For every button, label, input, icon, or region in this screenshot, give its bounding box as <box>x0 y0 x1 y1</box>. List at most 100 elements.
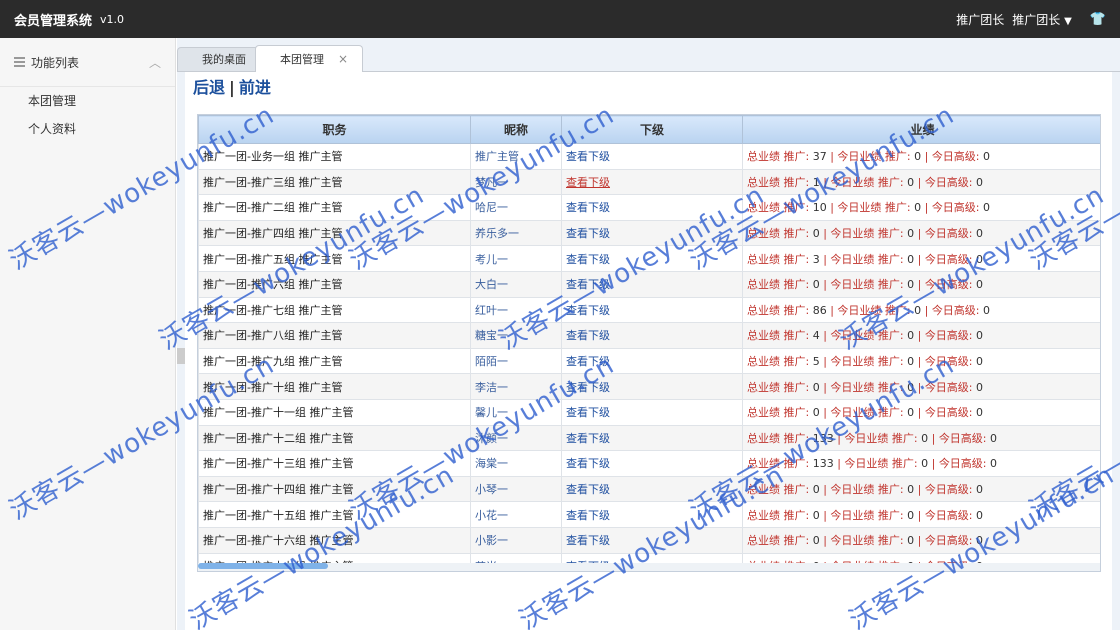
table-row: 推广一团-推广十五组 推广主管小花一查看下级总业绩 推广: 0 | 今日业绩 推… <box>199 502 1102 528</box>
nickname-cell: 小花一 <box>471 502 562 528</box>
view-subordinates-link[interactable]: 查看下级 <box>562 271 743 297</box>
role-cell: 推广一团-推广十五组 推广主管 <box>199 502 471 528</box>
table-row: 推广一团-推广十一组 推广主管馨儿一查看下级总业绩 推广: 0 | 今日业绩 推… <box>199 399 1102 425</box>
table-row: 推广一团-推广十六组 推广主管小影一查看下级总业绩 推广: 0 | 今日业绩 推… <box>199 527 1102 553</box>
performance-cell: 总业绩 推广: 5 | 今日业绩 推广: 0 | 今日高级: 0 <box>743 348 1102 374</box>
table-row: 推广一团-推广四组 推广主管养乐多一查看下级总业绩 推广: 0 | 今日业绩 推… <box>199 220 1102 246</box>
performance-cell: 总业绩 推广: 3 | 今日业绩 推广: 0 | 今日高级: 0 <box>743 246 1102 272</box>
table-row: 推广一团-业务一组 推广主管推广主管查看下级总业绩 推广: 37 | 今日业绩 … <box>199 144 1102 170</box>
view-subordinates-link[interactable]: 查看下级 <box>562 195 743 221</box>
view-subordinates-link[interactable]: 查看下级 <box>562 374 743 400</box>
nickname-cell: 小影一 <box>471 527 562 553</box>
table-row: 推广一团-推广六组 推广主管大白一查看下级总业绩 推广: 0 | 今日业绩 推广… <box>199 271 1102 297</box>
sidebar: 功能列表 ︿ 本团管理 个人资料 <box>0 38 176 630</box>
role-cell: 推广一团-推广六组 推广主管 <box>199 271 471 297</box>
view-subordinates-link[interactable]: 查看下级 <box>562 399 743 425</box>
table-row: 推广一团-推广十组 推广主管李洁一查看下级总业绩 推广: 0 | 今日业绩 推广… <box>199 374 1102 400</box>
view-subordinates-link[interactable]: 查看下级 <box>562 169 743 195</box>
table-row: 推广一团-推广二组 推广主管哈尼一查看下级总业绩 推广: 10 | 今日业绩 推… <box>199 195 1102 221</box>
table-row: 推广一团-推广三组 推广主管梦凡一查看下级总业绩 推广: 1 | 今日业绩 推广… <box>199 169 1102 195</box>
table-row: 推广一团-推广九组 推广主管陌陌一查看下级总业绩 推广: 5 | 今日业绩 推广… <box>199 348 1102 374</box>
view-subordinates-link[interactable]: 查看下级 <box>562 297 743 323</box>
nickname-cell: 糖宝一 <box>471 323 562 349</box>
sidebar-item-profile[interactable]: 个人资料 <box>0 115 175 143</box>
performance-cell: 总业绩 推广: 86 | 今日业绩 推广: 0 | 今日高级: 0 <box>743 297 1102 323</box>
role-cell: 推广一团-推广二组 推广主管 <box>199 195 471 221</box>
performance-cell: 总业绩 推广: 10 | 今日业绩 推广: 0 | 今日高级: 0 <box>743 195 1102 221</box>
back-link[interactable]: 后退 <box>193 78 225 97</box>
nickname-cell: 养乐多一 <box>471 220 562 246</box>
role-cell: 推广一团-推广九组 推广主管 <box>199 348 471 374</box>
nickname-cell: 海棠一 <box>471 451 562 477</box>
shirt-icon[interactable]: 👕 <box>1090 12 1106 27</box>
list-icon <box>14 57 25 67</box>
view-subordinates-link[interactable]: 查看下级 <box>562 476 743 502</box>
main-area: 我的桌面 本团管理× 后退|前进 职务 昵称 下级 业绩 推广一团-业务一组 推… <box>177 38 1120 630</box>
role-cell: 推广一团-推广五组 推广主管 <box>199 246 471 272</box>
column-header-role: 职务 <box>199 116 471 144</box>
app-title: 会员管理系统 <box>14 10 92 29</box>
role-cell: 推广一团-推广七组 推广主管 <box>199 297 471 323</box>
table-row: 推广一团-推广八组 推广主管糖宝一查看下级总业绩 推广: 4 | 今日业绩 推广… <box>199 323 1102 349</box>
view-subordinates-link[interactable]: 查看下级 <box>562 502 743 528</box>
view-subordinates-link[interactable]: 查看下级 <box>562 527 743 553</box>
nickname-cell: 考儿一 <box>471 246 562 272</box>
performance-cell: 总业绩 推广: 1 | 今日业绩 推广: 0 | 今日高级: 0 <box>743 169 1102 195</box>
nickname-cell: 小琴一 <box>471 476 562 502</box>
performance-cell: 总业绩 推广: 0 | 今日业绩 推广: 0 | 今日高级: 0 <box>743 220 1102 246</box>
view-subordinates-link[interactable]: 查看下级 <box>562 425 743 451</box>
sidebar-header[interactable]: 功能列表 ︿ <box>0 38 175 87</box>
sidebar-collapse-handle[interactable] <box>177 348 185 364</box>
role-cell: 推广一团-推广八组 推广主管 <box>199 323 471 349</box>
role-cell: 推广一团-推广十组 推广主管 <box>199 374 471 400</box>
chevron-up-icon: ︿ <box>149 54 161 71</box>
nickname-cell: 哈尼一 <box>471 195 562 221</box>
performance-cell: 总业绩 推广: 0 | 今日业绩 推广: 0 | 今日高级: 0 <box>743 527 1102 553</box>
role-cell: 推广一团-推广十二组 推广主管 <box>199 425 471 451</box>
performance-cell: 总业绩 推广: 37 | 今日业绩 推广: 0 | 今日高级: 0 <box>743 144 1102 170</box>
role-cell: 推广一团-推广十三组 推广主管 <box>199 451 471 477</box>
horizontal-scrollbar[interactable] <box>198 563 1100 571</box>
nickname-cell: 沐颜一 <box>471 425 562 451</box>
performance-cell: 总业绩 推广: 133 | 今日业绩 推广: 0 | 今日高级: 0 <box>743 451 1102 477</box>
nickname-cell: 梦凡一 <box>471 169 562 195</box>
role-cell: 推广一团-业务一组 推广主管 <box>199 144 471 170</box>
history-nav: 后退|前进 <box>193 74 271 98</box>
sidebar-item-team-management[interactable]: 本团管理 <box>0 87 175 115</box>
view-subordinates-link[interactable]: 查看下级 <box>562 220 743 246</box>
view-subordinates-link[interactable]: 查看下级 <box>562 348 743 374</box>
view-subordinates-link[interactable]: 查看下级 <box>562 246 743 272</box>
role-cell: 推广一团-推广四组 推广主管 <box>199 220 471 246</box>
user-role-label: 推广团长 <box>956 11 1004 28</box>
view-subordinates-link[interactable]: 查看下级 <box>562 144 743 170</box>
member-table: 职务 昵称 下级 业绩 推广一团-业务一组 推广主管推广主管查看下级总业绩 推广… <box>198 115 1101 572</box>
tab-my-desktop[interactable]: 我的桌面 <box>177 47 261 72</box>
scrollbar-thumb[interactable] <box>198 563 328 569</box>
tab-bar: 我的桌面 本团管理× <box>177 44 357 72</box>
user-menu[interactable]: 推广团长 ▼ <box>1012 11 1072 28</box>
forward-link[interactable]: 前进 <box>239 78 271 97</box>
top-bar: 会员管理系统 v1.0 推广团长 推广团长 ▼ 👕 <box>0 0 1120 38</box>
performance-cell: 总业绩 推广: 0 | 今日业绩 推广: 0 | 今日高级: 0 <box>743 399 1102 425</box>
table-row: 推广一团-推广十二组 推广主管沐颜一查看下级总业绩 推广: 133 | 今日业绩… <box>199 425 1102 451</box>
nickname-cell: 大白一 <box>471 271 562 297</box>
column-header-subordinates: 下级 <box>562 116 743 144</box>
performance-cell: 总业绩 推广: 133 | 今日业绩 推广: 0 | 今日高级: 0 <box>743 425 1102 451</box>
view-subordinates-link[interactable]: 查看下级 <box>562 451 743 477</box>
member-table-container: 职务 昵称 下级 业绩 推广一团-业务一组 推广主管推广主管查看下级总业绩 推广… <box>197 114 1101 572</box>
performance-cell: 总业绩 推广: 4 | 今日业绩 推广: 0 | 今日高级: 0 <box>743 323 1102 349</box>
nav-separator: | <box>229 78 235 97</box>
role-cell: 推广一团-推广十六组 推广主管 <box>199 527 471 553</box>
nickname-cell: 陌陌一 <box>471 348 562 374</box>
tab-team-management[interactable]: 本团管理× <box>255 45 363 72</box>
table-row: 推广一团-推广七组 推广主管红叶一查看下级总业绩 推广: 86 | 今日业绩 推… <box>199 297 1102 323</box>
table-row: 推广一团-推广十四组 推广主管小琴一查看下级总业绩 推广: 0 | 今日业绩 推… <box>199 476 1102 502</box>
performance-cell: 总业绩 推广: 0 | 今日业绩 推广: 0 | 今日高级: 0 <box>743 502 1102 528</box>
view-subordinates-link[interactable]: 查看下级 <box>562 323 743 349</box>
nickname-cell: 馨儿一 <box>471 399 562 425</box>
user-area: 推广团长 推广团长 ▼ 👕 <box>956 11 1106 28</box>
performance-cell: 总业绩 推广: 0 | 今日业绩 推广: 0 | 今日高级: 0 <box>743 271 1102 297</box>
table-row: 推广一团-推广五组 推广主管考儿一查看下级总业绩 推广: 3 | 今日业绩 推广… <box>199 246 1102 272</box>
content-panel: 后退|前进 职务 昵称 下级 业绩 推广一团-业务一组 推广主管推广主管查看下级… <box>185 72 1112 630</box>
close-icon[interactable]: × <box>338 52 348 66</box>
